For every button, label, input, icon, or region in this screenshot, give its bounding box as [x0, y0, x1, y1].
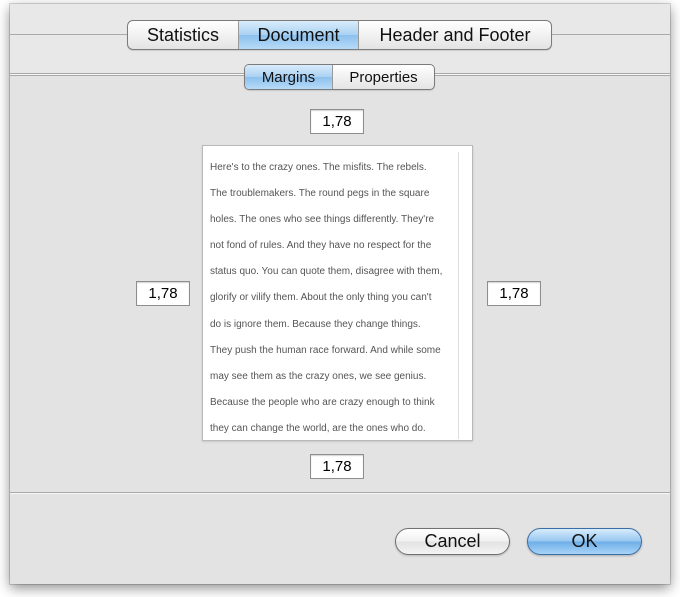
- page-preview: Here's to the crazy ones. The misfits. T…: [202, 145, 473, 441]
- tab-margins[interactable]: Margins: [245, 65, 332, 89]
- preview-line: do is ignore them. Because they change t…: [210, 318, 421, 330]
- ok-button[interactable]: OK: [527, 528, 642, 555]
- preview-line: status quo. You can quote them, disagree…: [210, 266, 443, 278]
- tab-document[interactable]: Document: [238, 21, 358, 49]
- document-settings-dialog: Statistics Document Header and Footer Ma…: [10, 4, 670, 584]
- preview-line: holes. The ones who see things different…: [210, 214, 435, 226]
- tab-header-and-footer[interactable]: Header and Footer: [358, 21, 551, 49]
- preview-line: Here's to the crazy ones. The misfits. T…: [210, 162, 427, 173]
- preview-line: they can change the world, are the ones …: [210, 422, 426, 434]
- bottom-margin-field[interactable]: 1,78: [310, 454, 364, 479]
- tab-properties[interactable]: Properties: [332, 65, 434, 89]
- top-margin-field[interactable]: 1,78: [310, 109, 364, 134]
- preview-line: The troublemakers. The round pegs in the…: [210, 188, 430, 200]
- preview-line: Because the people who are crazy enough …: [210, 396, 435, 408]
- main-tab-control: Statistics Document Header and Footer: [127, 20, 552, 50]
- preview-line: may see them as the crazy ones, we see g…: [210, 370, 427, 382]
- cancel-button[interactable]: Cancel: [395, 528, 510, 555]
- footer-separator-highlight: [10, 493, 670, 494]
- tab-statistics[interactable]: Statistics: [128, 21, 238, 49]
- preview-line: They push the human race forward. And wh…: [210, 344, 441, 356]
- preview-margin-guide: [458, 152, 459, 439]
- sub-tab-control: Margins Properties: [244, 64, 435, 90]
- right-margin-field[interactable]: 1,78: [487, 281, 541, 306]
- left-margin-field[interactable]: 1,78: [136, 281, 190, 306]
- preview-text: Here's to the crazy ones. The misfits. T…: [210, 155, 465, 442]
- preview-line: not fond of rules. And they have no resp…: [210, 240, 432, 252]
- preview-line: glorify or vilify them. About the only t…: [210, 292, 432, 304]
